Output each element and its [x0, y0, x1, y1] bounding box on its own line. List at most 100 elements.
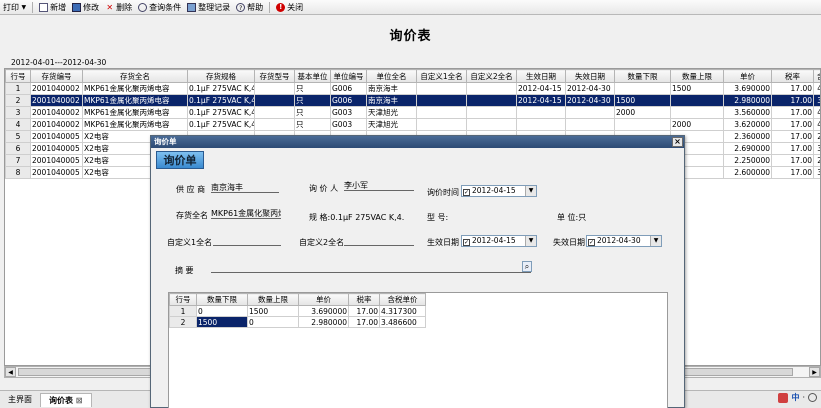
column-header[interactable]: 数量上限 — [670, 69, 724, 83]
table-cell-qmax[interactable]: 1500 — [247, 305, 299, 317]
column-header[interactable]: 生效日期 — [516, 69, 566, 83]
help-button[interactable]: ? 帮助 — [233, 1, 266, 14]
table-row[interactable]: 2 2001040002 MKP61金属化聚丙烯电容 0.1μF 275VAC K,4… — [5, 94, 820, 107]
tray-app-icon[interactable] — [778, 392, 789, 403]
table-cell-code[interactable]: 2001040005 — [30, 142, 83, 155]
checkbox-icon[interactable]: ✓ — [463, 239, 470, 246]
close-button[interactable]: ! 关闭 — [273, 1, 306, 14]
table-cell-c2[interactable] — [466, 106, 517, 119]
dropdown-arrow-icon[interactable]: ▼ — [525, 236, 536, 246]
column-header[interactable]: 存货全名 — [82, 69, 188, 83]
tab-main[interactable]: 主界面 — [0, 393, 40, 407]
ime-icon[interactable]: 中 — [791, 392, 799, 403]
table-cell-taxp[interactable]: 4.31 — [813, 82, 820, 95]
custom1-field[interactable] — [213, 236, 281, 246]
table-cell-model[interactable] — [254, 94, 295, 107]
table-cell-name[interactable]: MKP61金属化聚丙烯电容 — [82, 118, 188, 131]
column-header[interactable]: 含税单价 — [379, 293, 426, 306]
table-cell-spec[interactable]: 0.1μF 275VAC K,4 — [187, 82, 255, 95]
table-cell-code[interactable]: 2001040005 — [30, 154, 83, 167]
table-cell-code[interactable]: 2001040002 — [30, 118, 83, 131]
organize-button[interactable]: 整理记录 — [184, 1, 233, 14]
table-cell-price[interactable]: 2.250000 — [723, 154, 772, 167]
end-date-picker[interactable]: ✓ 2012-04-30 ▼ — [586, 235, 662, 247]
table-cell-unit[interactable]: 只 — [294, 94, 331, 107]
table-cell-start[interactable] — [516, 106, 566, 119]
table-cell-code[interactable]: 2001040002 — [30, 106, 83, 119]
column-header[interactable]: 自定义2全名 — [466, 69, 517, 83]
table-cell-taxp[interactable]: 4.23 — [813, 118, 820, 131]
table-row[interactable]: 3 2001040002 MKP61金属化聚丙烯电容 0.1μF 275VAC K,4… — [5, 106, 820, 119]
table-row[interactable]: 1 0 1500 3.690000 17.00 4.317300 — [169, 305, 426, 317]
delete-button[interactable]: ✕ 删除 — [102, 1, 135, 14]
table-cell-no[interactable]: 6 — [5, 142, 31, 155]
tray-settings-icon[interactable] — [808, 393, 817, 402]
table-cell-no[interactable]: 2 — [5, 94, 31, 107]
table-cell-price[interactable]: 2.980000 — [298, 316, 349, 328]
table-cell-price[interactable]: 2.980000 — [723, 94, 772, 107]
table-cell-unit_name[interactable]: 南京海丰 — [366, 82, 417, 95]
table-cell-unit[interactable]: 只 — [294, 106, 331, 119]
table-cell-spec[interactable]: 0.1μF 275VAC K,4 — [187, 94, 255, 107]
table-cell-qmax[interactable]: 2000 — [670, 118, 724, 131]
table-cell-c1[interactable] — [416, 118, 467, 131]
table-cell-start[interactable]: 2012-04-15 — [516, 94, 566, 107]
table-cell-end[interactable] — [565, 118, 615, 131]
table-cell-name[interactable]: MKP61金属化聚丙烯电容 — [82, 94, 188, 107]
column-header[interactable]: 存货编号 — [30, 69, 83, 83]
table-cell-qmax[interactable]: 0 — [247, 316, 299, 328]
table-cell-unit_code[interactable]: G006 — [330, 82, 367, 95]
column-header[interactable]: 存货规格 — [187, 69, 255, 83]
table-cell-taxp[interactable]: 3.04 — [813, 166, 820, 179]
table-cell-qmax[interactable]: 1500 — [670, 82, 724, 95]
table-row[interactable]: 2 1500 0 2.980000 17.00 3.486600 — [169, 316, 426, 328]
table-cell-spec[interactable]: 0.1μF 275VAC K,4 — [187, 118, 255, 131]
scroll-left-icon[interactable]: ◀ — [5, 367, 16, 377]
table-cell-price[interactable]: 2.690000 — [723, 142, 772, 155]
scroll-right-icon[interactable]: ▶ — [809, 367, 820, 377]
new-button[interactable]: 新增 — [36, 1, 69, 14]
table-cell-no[interactable]: 1 — [169, 305, 197, 317]
table-cell-unit[interactable]: 只 — [294, 118, 331, 131]
summary-field[interactable] — [211, 263, 531, 273]
table-cell-code[interactable]: 2001040005 — [30, 130, 83, 143]
table-cell-qmax[interactable] — [670, 94, 724, 107]
table-cell-qmax[interactable] — [670, 106, 724, 119]
table-cell-taxp[interactable]: 3.14 — [813, 142, 820, 155]
table-cell-tax[interactable]: 17.00 — [771, 106, 814, 119]
table-cell-unit_code[interactable]: G003 — [330, 106, 367, 119]
table-row[interactable]: 1 2001040002 MKP61金属化聚丙烯电容 0.1μF 275VAC K,4… — [5, 82, 820, 95]
table-cell-taxp[interactable]: 3.486600 — [379, 316, 426, 328]
table-cell-name[interactable]: MKP61金属化聚丙烯电容 — [82, 82, 188, 95]
table-cell-no[interactable]: 5 — [5, 130, 31, 143]
table-cell-tax[interactable]: 17.00 — [348, 305, 380, 317]
table-cell-qmin[interactable]: 1500 — [614, 94, 671, 107]
table-cell-start[interactable]: 2012-04-15 — [516, 82, 566, 95]
table-cell-taxp[interactable]: 2.63 — [813, 154, 820, 167]
table-cell-end[interactable] — [565, 106, 615, 119]
table-cell-taxp[interactable]: 4.317300 — [379, 305, 426, 317]
table-cell-tax[interactable]: 17.00 — [771, 154, 814, 167]
table-cell-model[interactable] — [254, 106, 295, 119]
table-cell-price[interactable]: 2.360000 — [723, 130, 772, 143]
supplier-field[interactable]: 南京海丰 — [211, 183, 279, 193]
table-cell-c1[interactable] — [416, 82, 467, 95]
table-cell-taxp[interactable]: 3.48 — [813, 94, 820, 107]
table-cell-no[interactable]: 3 — [5, 106, 31, 119]
tab-inquiry[interactable]: 询价表 ⊠ — [40, 392, 92, 407]
table-cell-tax[interactable]: 17.00 — [348, 316, 380, 328]
table-cell-unit_name[interactable]: 天津旭光 — [366, 118, 417, 131]
table-cell-price[interactable]: 3.690000 — [723, 82, 772, 95]
dialog-close-icon[interactable]: × — [672, 137, 683, 147]
edit-button[interactable]: 修改 — [69, 1, 102, 14]
table-cell-model[interactable] — [254, 82, 295, 95]
table-cell-price[interactable]: 3.560000 — [723, 106, 772, 119]
table-cell-tax[interactable]: 17.00 — [771, 166, 814, 179]
table-cell-c2[interactable] — [466, 94, 517, 107]
dialog-title-bar[interactable]: 询价单 × — [151, 136, 684, 148]
column-header[interactable]: 数量下限 — [196, 293, 248, 306]
column-header[interactable]: 行号 — [5, 69, 31, 83]
column-header[interactable]: 单价 — [723, 69, 772, 83]
table-cell-taxp[interactable]: 2.76 — [813, 130, 820, 143]
table-cell-unit[interactable]: 只 — [294, 82, 331, 95]
